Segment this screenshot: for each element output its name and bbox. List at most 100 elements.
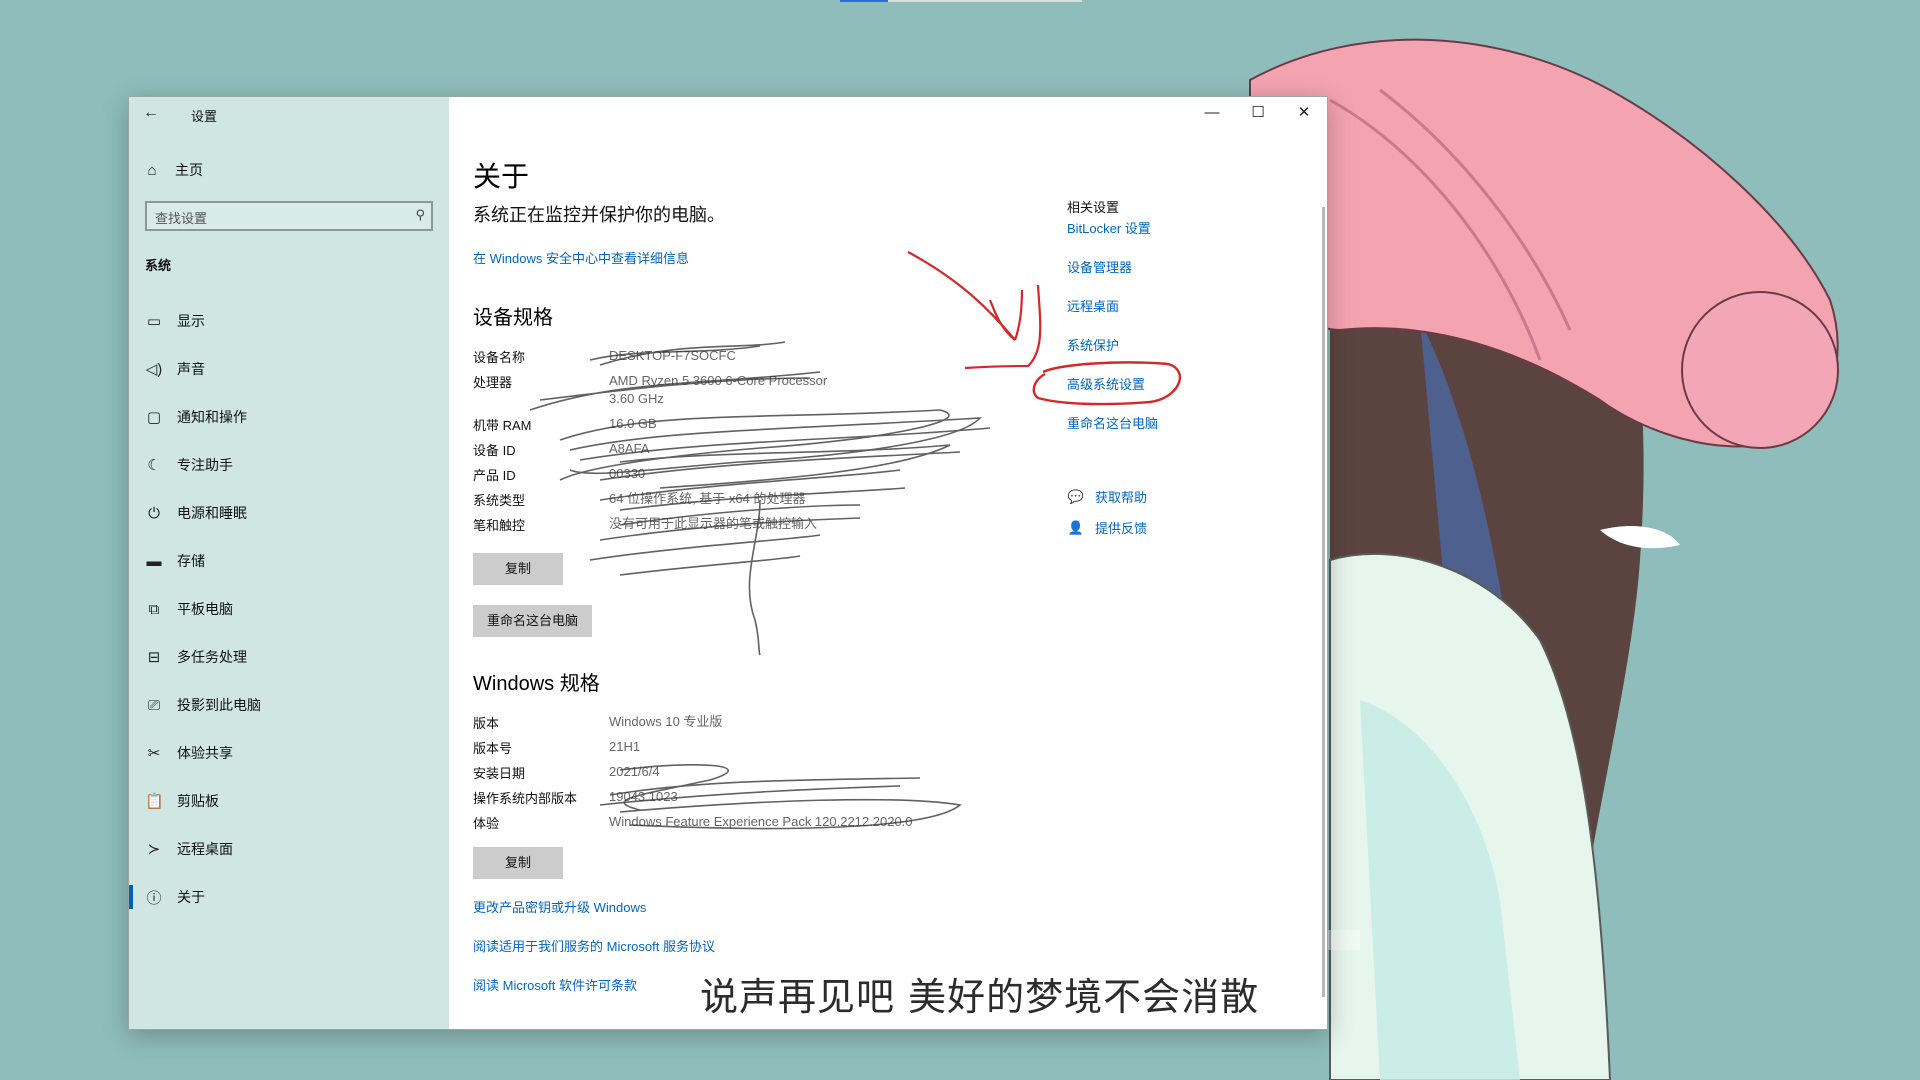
- moon-icon: ☾: [147, 457, 161, 474]
- device-spec-heading: 设备规格: [473, 307, 553, 329]
- spec-key: 体验: [473, 816, 500, 831]
- sidebar-item-label: 存储: [177, 553, 205, 569]
- related-settings: 相关设置 BitLocker 设置 设备管理器 远程桌面 系统保护 高级系统设置…: [1067, 197, 1307, 453]
- spec-value: 19043.1023: [609, 789, 678, 804]
- search-icon: ⚲: [415, 207, 425, 222]
- spec-key: 处理器: [473, 375, 513, 390]
- license-terms-link[interactable]: 阅读 Microsoft 软件许可条款: [473, 975, 637, 994]
- spec-key: 机带 RAM: [473, 418, 532, 433]
- storage-icon: ▬: [146, 552, 162, 570]
- sidebar-item-about[interactable]: ⓘ 关于: [129, 873, 449, 921]
- tablet-icon: ⧉: [148, 600, 160, 618]
- spec-value: 2021/6/4: [609, 764, 660, 779]
- info-icon: ⓘ: [146, 889, 162, 907]
- get-help-row[interactable]: 💬 获取帮助: [1067, 487, 1147, 506]
- spec-value: A8AFA: [609, 441, 650, 456]
- sidebar-item-label: 平板电脑: [177, 601, 233, 617]
- spec-key: 安装日期: [473, 766, 526, 781]
- copy-device-specs-button[interactable]: 复制: [473, 553, 563, 585]
- sidebar-nav: ▭ 显示 ◁) 声音 ▢ 通知和操作 ☾ 专注助手 ⏻ 电源和睡眠 ▬ 存储 ⧉ 平板电脑 ⊟…: [129, 297, 449, 921]
- sidebar-item-display[interactable]: ▭ 显示: [129, 297, 449, 345]
- rename-pc-link[interactable]: 重命名这台电脑: [1067, 414, 1307, 453]
- sidebar-item-label: 关于: [177, 889, 205, 905]
- change-product-key-link[interactable]: 更改产品密钥或升级 Windows: [473, 897, 646, 916]
- window-title: 设置: [191, 109, 218, 124]
- sidebar-item-label: 剪贴板: [177, 793, 219, 809]
- sidebar-item-clipboard[interactable]: 📋 剪贴板: [129, 777, 449, 825]
- spec-value: Windows 10 专业版: [609, 714, 723, 729]
- sidebar-item-storage[interactable]: ▬ 存储: [129, 537, 449, 585]
- spec-key: 系统类型: [473, 493, 526, 508]
- sound-icon: ◁): [145, 361, 163, 378]
- search-input[interactable]: 查找设置 ⚲: [145, 201, 433, 231]
- spec-row: 机带 RAM 16.0 GB: [473, 415, 993, 440]
- back-button[interactable]: ←: [139, 103, 163, 123]
- sidebar-item-home[interactable]: ⌂ 主页: [143, 159, 203, 181]
- top-progress-track: [888, 0, 1082, 2]
- spec-row: 操作系统内部版本 19043.1023: [473, 788, 993, 813]
- remote-desktop-icon: ≻: [147, 841, 161, 858]
- sidebar-item-label: 投影到此电脑: [177, 697, 261, 713]
- sidebar-item-power[interactable]: ⏻ 电源和睡眠: [129, 489, 449, 537]
- settings-window: ← 设置 ⌂ 主页 查找设置 ⚲ 系统 ▭ 显示 ◁) 声音 ▢ 通知和操作 ☾ 专注助…: [128, 96, 1328, 1030]
- spec-value: Windows Feature Experience Pack 120.2212…: [609, 814, 913, 829]
- sidebar-item-label: 专注助手: [177, 457, 233, 473]
- sidebar-item-remote-desktop[interactable]: ≻ 远程桌面: [129, 825, 449, 873]
- title-bar: ← 设置: [129, 97, 449, 129]
- spec-key: 笔和触控: [473, 518, 526, 533]
- processor-speed: 3.60 GHz: [609, 391, 664, 406]
- chat-bubble-icon: 💬: [1067, 488, 1085, 504]
- sidebar-item-multitasking[interactable]: ⊟ 多任务处理: [129, 633, 449, 681]
- share-icon: ✂: [147, 745, 161, 762]
- service-agreement-link[interactable]: 阅读适用于我们服务的 Microsoft 服务协议: [473, 936, 715, 955]
- rename-pc-button[interactable]: 重命名这台电脑: [473, 605, 593, 637]
- sidebar-item-label: 声音: [177, 361, 205, 377]
- section-label: 系统: [145, 258, 172, 273]
- related-settings-title: 相关设置: [1067, 200, 1120, 215]
- remote-desktop-link[interactable]: 远程桌面: [1067, 297, 1307, 336]
- windows-spec-table: 版本 Windows 10 专业版 版本号 21H1 安装日期 2021/6/4 操作…: [473, 713, 993, 838]
- display-icon: ▭: [146, 313, 162, 330]
- copy-windows-specs-button[interactable]: 复制: [473, 847, 563, 879]
- device-manager-link[interactable]: 设备管理器: [1067, 258, 1307, 297]
- search-placeholder: 查找设置: [155, 211, 208, 226]
- sidebar-item-notifications[interactable]: ▢ 通知和操作: [129, 393, 449, 441]
- spec-value: 00330: [609, 466, 646, 481]
- multitasking-icon: ⊟: [147, 649, 161, 666]
- spec-key: 设备 ID: [473, 443, 516, 458]
- spec-key: 操作系统内部版本: [473, 791, 578, 806]
- security-status-text: 系统正在监控并保护你的电脑。: [473, 205, 725, 225]
- top-progress-bar: [840, 0, 888, 2]
- sidebar-item-label: 远程桌面: [177, 841, 233, 857]
- spec-value: AMD Ryzen 5 3600 6-Core Processor 3.60 GH…: [609, 372, 827, 408]
- scrollbar[interactable]: [1322, 207, 1325, 997]
- projector-icon: ⎚: [147, 696, 160, 714]
- spec-value: 16.0 GB: [609, 416, 657, 431]
- sidebar-item-tablet[interactable]: ⧉ 平板电脑: [129, 585, 449, 633]
- sidebar-item-projecting[interactable]: ⎚ 投影到此电脑: [129, 681, 449, 729]
- back-arrow-icon: ←: [143, 104, 159, 121]
- advanced-system-settings-link[interactable]: 高级系统设置: [1067, 375, 1307, 414]
- spec-row: 安装日期 2021/6/4: [473, 763, 993, 788]
- spec-key: 版本: [473, 716, 500, 731]
- system-protection-link[interactable]: 系统保护: [1067, 336, 1307, 375]
- device-spec-table: 设备名称 DESKTOP-F7SOCFC 处理器 AMD Ryzen 5 3600 …: [473, 347, 993, 540]
- close-button[interactable]: ✕: [1281, 97, 1327, 129]
- notification-icon: ▢: [146, 409, 162, 426]
- feedback-link[interactable]: 提供反馈: [1095, 518, 1147, 537]
- maximize-button[interactable]: ☐: [1235, 97, 1281, 129]
- processor-name: AMD Ryzen 5 3600 6-Core Processor: [609, 373, 828, 388]
- security-center-link[interactable]: 在 Windows 安全中心中查看详细信息: [473, 248, 689, 267]
- bitlocker-settings-link[interactable]: BitLocker 设置: [1067, 219, 1307, 258]
- get-help-link[interactable]: 获取帮助: [1095, 487, 1147, 506]
- sidebar-item-label: 多任务处理: [177, 649, 247, 665]
- feedback-row[interactable]: 👤 提供反馈: [1067, 518, 1147, 537]
- minimize-button[interactable]: —: [1189, 97, 1235, 129]
- sidebar-item-sound[interactable]: ◁) 声音: [129, 345, 449, 393]
- sidebar-item-shared-experiences[interactable]: ✂ 体验共享: [129, 729, 449, 777]
- spec-row: 产品 ID 00330: [473, 465, 993, 490]
- sidebar-item-focus-assist[interactable]: ☾ 专注助手: [129, 441, 449, 489]
- spec-row: 设备 ID A8AFA: [473, 440, 993, 465]
- sidebar-item-label: 电源和睡眠: [177, 505, 247, 521]
- feedback-icon: 👤: [1067, 519, 1085, 535]
